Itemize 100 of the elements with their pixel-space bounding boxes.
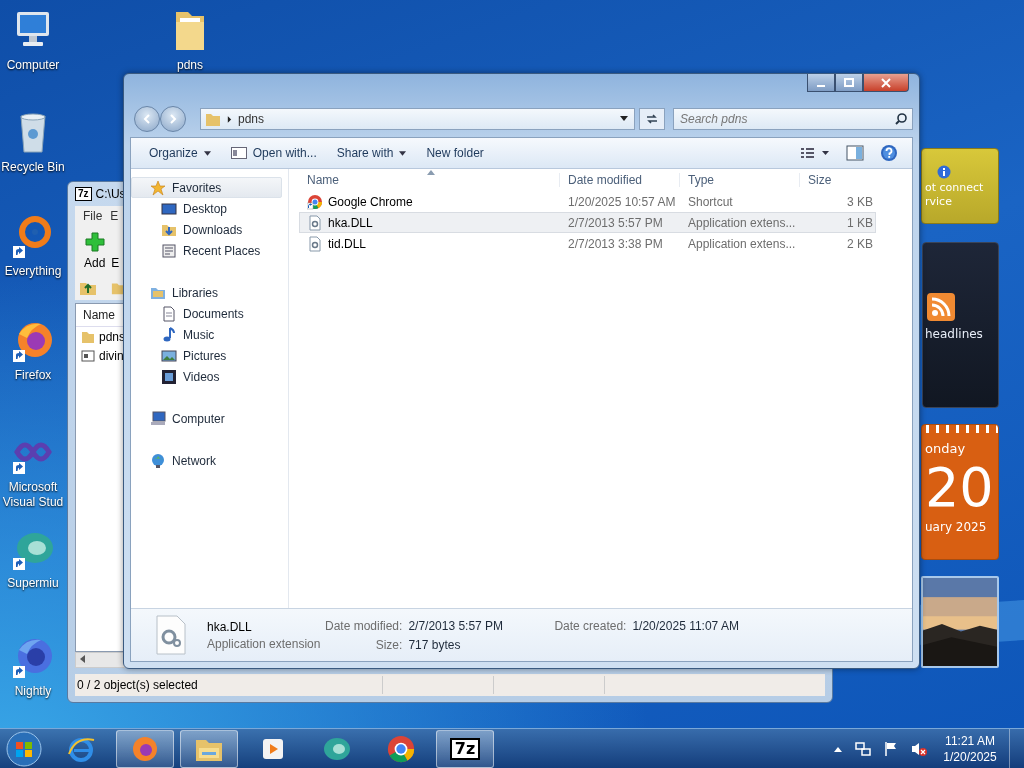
gear-file-icon xyxy=(155,615,187,655)
chevron-icon[interactable] xyxy=(227,115,232,123)
size-cell-text: 2 KB xyxy=(846,236,874,251)
list-view-icon xyxy=(800,146,830,160)
nav-item[interactable]: Videos xyxy=(131,366,282,387)
preview-pane-icon xyxy=(846,144,864,162)
file-row[interactable]: hka.DLL 2/7/2013 5:57 PM Application extens... 1 KB xyxy=(299,212,876,233)
column-header[interactable]: Name xyxy=(299,173,560,187)
icon-label[interactable]: pdns xyxy=(177,58,203,73)
icon-label[interactable]: Firefox xyxy=(14,368,52,383)
nav-item[interactable]: Libraries xyxy=(131,282,282,303)
caret-icon xyxy=(203,150,211,156)
menu-item[interactable]: File xyxy=(80,209,106,223)
command-button[interactable]: Share with xyxy=(328,143,415,163)
shortcut-arrow-icon xyxy=(13,246,25,258)
file-name[interactable]: pdns xyxy=(99,329,126,344)
date-cell-text: 2/7/2013 5:57 PM xyxy=(567,215,664,230)
calendar-month: uary 2025 xyxy=(925,520,987,534)
caret-icon[interactable] xyxy=(620,116,629,122)
gadget-message: ot connect xyxy=(925,181,984,195)
column-header[interactable]: Type xyxy=(680,173,800,187)
gadget-message: rvice xyxy=(925,195,952,209)
taskbar-button[interactable] xyxy=(180,729,238,768)
menu-item[interactable]: E xyxy=(107,209,122,223)
film-icon xyxy=(161,368,177,385)
rss-icon xyxy=(927,293,955,321)
shortcut-arrow-icon xyxy=(13,462,25,474)
toolbar-button[interactable]: E xyxy=(110,256,121,270)
nav-item[interactable]: Documents xyxy=(131,303,282,324)
nav-item[interactable]: Favorites xyxy=(131,177,282,198)
minimize-button[interactable] xyxy=(807,74,835,92)
add-button[interactable]: Add xyxy=(79,232,111,270)
maximize-button[interactable] xyxy=(835,74,863,92)
command-button[interactable]: Open with... xyxy=(222,143,325,163)
size-cell-text: 1 KB xyxy=(846,215,874,230)
maximize-icon xyxy=(844,77,854,88)
file-row[interactable]: Google Chrome 1/20/2025 10:57 AM Shortcut 3 KB xyxy=(299,191,876,212)
flag-icon[interactable] xyxy=(883,740,899,757)
music-note-icon xyxy=(161,326,177,343)
calendar-gadget[interactable]: onday 20 uary 2025 xyxy=(921,424,999,560)
nav-item[interactable]: Downloads xyxy=(131,219,282,240)
type-cell-text: Shortcut xyxy=(687,194,734,209)
column-header[interactable]: Size xyxy=(800,173,876,187)
gear-file-icon xyxy=(307,235,323,252)
command-button[interactable]: Organize xyxy=(141,143,219,163)
icon-label[interactable]: Recycle Bin xyxy=(1,160,65,175)
close-button[interactable] xyxy=(863,74,909,92)
taskbar-button[interactable]: 7z xyxy=(436,729,494,768)
help-icon xyxy=(880,144,898,162)
property-label: Date modified: xyxy=(325,618,403,633)
desktop-icon xyxy=(161,200,177,217)
nav-item[interactable]: Recent Places xyxy=(131,240,282,261)
column-header[interactable]: Date modified xyxy=(560,173,680,187)
windows-logo-icon xyxy=(6,730,42,767)
nav-item[interactable]: Desktop xyxy=(131,198,282,219)
volume-muted-icon[interactable] xyxy=(911,740,927,757)
search-field[interactable]: Search pdns xyxy=(673,108,913,130)
window-icon xyxy=(230,147,247,159)
property-value: 717 bytes xyxy=(408,637,462,652)
date-cell-text: 2/7/2013 3:38 PM xyxy=(567,236,664,251)
icon-label[interactable]: Computer xyxy=(6,58,60,73)
forward-button[interactable] xyxy=(160,106,186,132)
taskbar-button[interactable] xyxy=(116,729,174,768)
nav-item[interactable]: Pictures xyxy=(131,345,282,366)
column-header[interactable]: Name xyxy=(76,308,115,322)
scroll-left-button[interactable] xyxy=(76,653,90,665)
property-value: 2/7/2013 5:57 PM xyxy=(408,618,505,633)
shortcut-arrow-icon xyxy=(13,350,25,362)
nav-item[interactable]: Music xyxy=(131,324,282,345)
refresh-button[interactable] xyxy=(639,108,665,130)
feed-gadget[interactable]: headlines xyxy=(922,242,999,408)
address-bar[interactable]: pdns xyxy=(200,108,636,130)
command-button[interactable]: New folder xyxy=(418,143,492,163)
date-cell-text: 1/20/2025 10:57 AM xyxy=(567,194,677,209)
clock[interactable]: 11:21 AM 1/20/2025 xyxy=(935,732,1005,765)
file-name[interactable]: divin xyxy=(99,348,124,363)
refresh-icon xyxy=(645,112,659,126)
network-icon xyxy=(150,452,166,469)
address-text: pdns xyxy=(238,112,266,126)
property-label: Size: xyxy=(374,637,403,652)
file-row[interactable]: tid.DLL 2/7/2013 3:38 PM Application extens... 2 KB xyxy=(299,233,876,254)
icon-label[interactable]: Everything xyxy=(4,264,62,279)
nav-item[interactable]: Computer xyxy=(131,408,282,429)
property-label: Date created: xyxy=(554,618,627,633)
file-name: tid.DLL xyxy=(328,236,367,251)
back-button[interactable] xyxy=(134,106,160,132)
plus-icon xyxy=(84,232,105,252)
feed-text: headlines xyxy=(925,327,983,341)
sort-arrow-icon xyxy=(427,170,435,175)
file-icon xyxy=(81,348,95,363)
app-badge: 7z xyxy=(75,187,92,201)
file-name: hka.DLL xyxy=(328,215,373,230)
network-icon[interactable] xyxy=(855,740,871,757)
nav-item[interactable]: Network xyxy=(131,450,282,471)
property-value: 1/20/2025 11:07 AM xyxy=(632,618,739,633)
chrome-shortcut-icon xyxy=(307,193,323,210)
computer-icon xyxy=(150,410,166,427)
search-icon[interactable] xyxy=(894,112,908,126)
icon-label[interactable]: Microsoft Visual Stud xyxy=(0,480,66,510)
type-cell-text: Application extens... xyxy=(687,236,797,251)
